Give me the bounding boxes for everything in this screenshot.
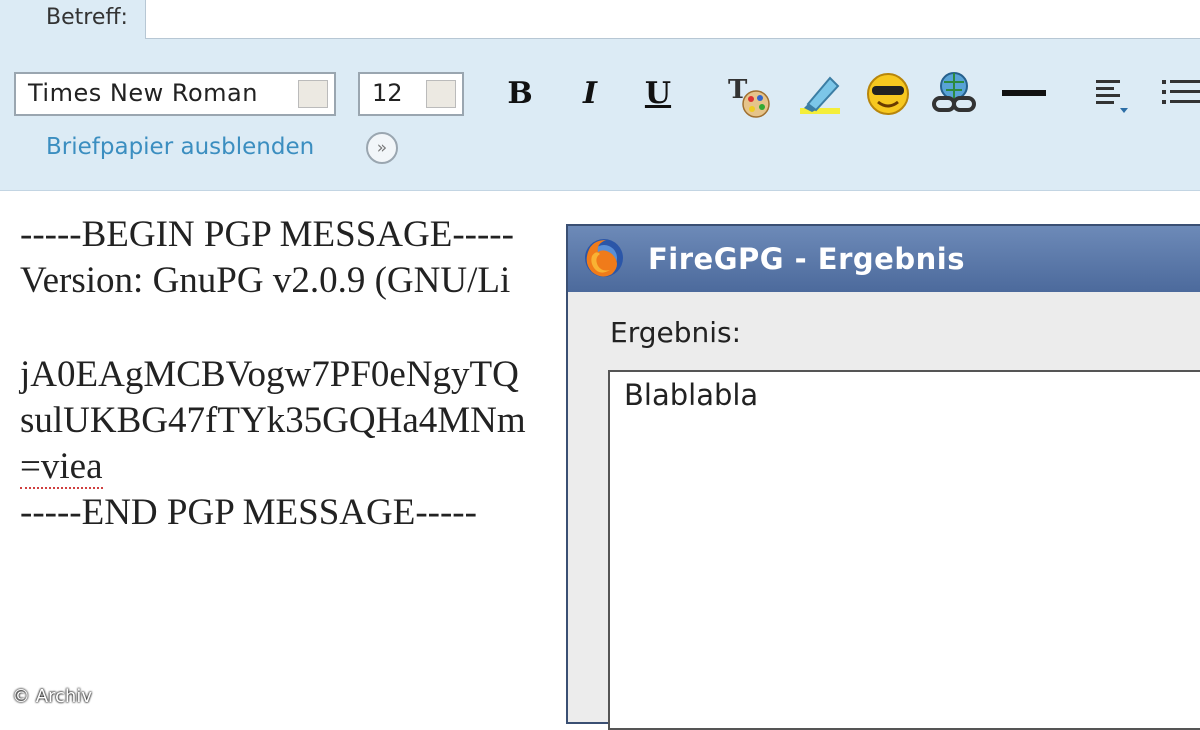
dialog-title: FireGPG - Ergebnis (648, 242, 965, 276)
font-family-value: Times New Roman (28, 79, 258, 107)
archive-watermark: © Archiv (12, 686, 92, 707)
firegpg-result-dialog: FireGPG - Ergebnis Ergebnis: Blablabla (566, 224, 1200, 730)
dialog-titlebar[interactable]: FireGPG - Ergebnis (568, 226, 1200, 292)
underline-button[interactable]: U (634, 70, 682, 116)
pgp-begin-line: -----BEGIN PGP MESSAGE----- (20, 214, 514, 255)
italic-button[interactable]: I (566, 70, 614, 116)
font-size-dropdown-button[interactable] (426, 80, 456, 108)
smiley-icon[interactable] (862, 68, 914, 120)
font-size-value: 12 (372, 79, 403, 107)
list-dropdown-icon[interactable] (1156, 68, 1200, 120)
align-dropdown-icon[interactable] (1090, 68, 1142, 120)
font-family-select[interactable]: Times New Roman (14, 72, 336, 116)
subject-input[interactable] (145, 0, 1200, 39)
hide-stationery-link[interactable]: Briefpapier ausblenden (46, 134, 314, 160)
hide-stationery-button[interactable]: » (366, 132, 398, 164)
font-size-select[interactable]: 12 (358, 72, 464, 116)
pgp-checksum-line: =viea (20, 446, 103, 489)
result-label: Ergebnis: (610, 316, 742, 349)
link-icon[interactable] (928, 68, 980, 120)
highlighter-icon[interactable] (794, 68, 846, 120)
pgp-data-line: jA0EAgMCBVogw7PF0eNgyTQ (20, 354, 519, 395)
pgp-version-line: Version: GnuPG v2.0.9 (GNU/Li (20, 260, 511, 301)
font-family-dropdown-button[interactable] (298, 80, 328, 108)
horizontal-rule-icon[interactable] (998, 68, 1050, 120)
subject-label: Betreff: (46, 5, 128, 30)
bold-button[interactable]: B (496, 70, 544, 116)
text-color-icon[interactable]: T (724, 68, 776, 120)
pgp-data-line: sulUKBG47fTYk35GQHa4MNm (20, 400, 526, 441)
result-textarea[interactable]: Blablabla (608, 370, 1200, 730)
composer-header: Betreff: Times New Roman 12 B I U T Brie… (0, 0, 1200, 191)
firefox-icon (585, 239, 623, 277)
result-text: Blablabla (624, 378, 759, 412)
pgp-end-line: -----END PGP MESSAGE----- (20, 492, 477, 533)
